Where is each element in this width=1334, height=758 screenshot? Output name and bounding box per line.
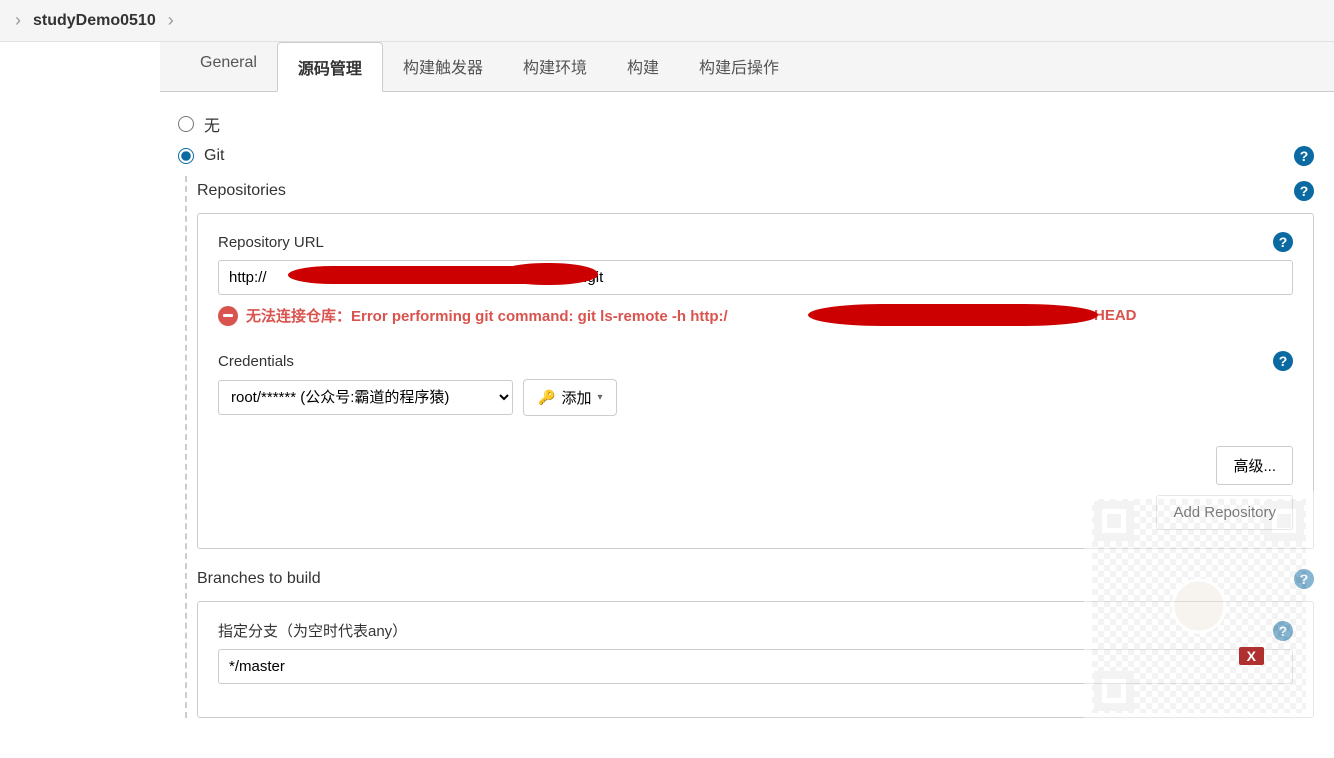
tab-triggers[interactable]: 构建触发器	[383, 42, 503, 91]
caret-down-icon: ▾	[597, 392, 602, 403]
help-icon[interactable]: ?	[1294, 181, 1314, 201]
repositories-title: Repositories	[197, 182, 286, 200]
add-credentials-button[interactable]: 🔑 添加 ▾	[523, 379, 617, 416]
scm-none-label[interactable]: 无	[204, 112, 220, 136]
config-tabs: General 源码管理 构建触发器 构建环境 构建 构建后操作	[160, 42, 1334, 92]
tab-general[interactable]: General	[180, 42, 277, 91]
close-overlay-button[interactable]: X	[1239, 647, 1264, 665]
redaction-mark	[498, 263, 598, 285]
help-icon[interactable]: ?	[1273, 351, 1293, 371]
help-icon[interactable]: ?	[1273, 232, 1293, 252]
breadcrumb: › studyDemo0510 ›	[0, 0, 1334, 42]
add-label: 添加	[561, 387, 591, 408]
left-gutter	[0, 42, 160, 758]
branches-title: Branches to build	[197, 570, 321, 588]
error-icon	[218, 306, 238, 326]
scm-none-radio[interactable]	[178, 116, 194, 132]
tab-postbuild[interactable]: 构建后操作	[679, 42, 799, 91]
scm-git-label[interactable]: Git	[204, 147, 224, 165]
error-row: 无法连接仓库：Error performing git command: git…	[218, 305, 1293, 326]
repo-url-label: Repository URL	[218, 234, 324, 251]
chevron-right-icon: ›	[168, 10, 174, 31]
chevron-right-icon: ›	[15, 10, 21, 31]
key-icon: 🔑	[538, 389, 555, 406]
error-text-prefix: 无法连接仓库：Error performing git command: git…	[246, 305, 728, 326]
redaction-mark	[808, 304, 1098, 326]
advanced-button[interactable]: 高级...	[1216, 446, 1293, 485]
branch-specifier-label: 指定分支（为空时代表any）	[218, 620, 407, 641]
breadcrumb-project[interactable]: studyDemo0510	[33, 12, 156, 30]
help-icon[interactable]: ?	[1294, 146, 1314, 166]
qr-code-overlay	[1084, 491, 1314, 721]
tab-build[interactable]: 构建	[607, 42, 679, 91]
scm-git-radio[interactable]	[178, 148, 194, 164]
tab-scm[interactable]: 源码管理	[277, 42, 383, 92]
credentials-select[interactable]: root/****** (公众号:霸道的程序猿)	[218, 380, 513, 415]
tab-env[interactable]: 构建环境	[503, 42, 607, 91]
credentials-label: Credentials	[218, 353, 294, 370]
